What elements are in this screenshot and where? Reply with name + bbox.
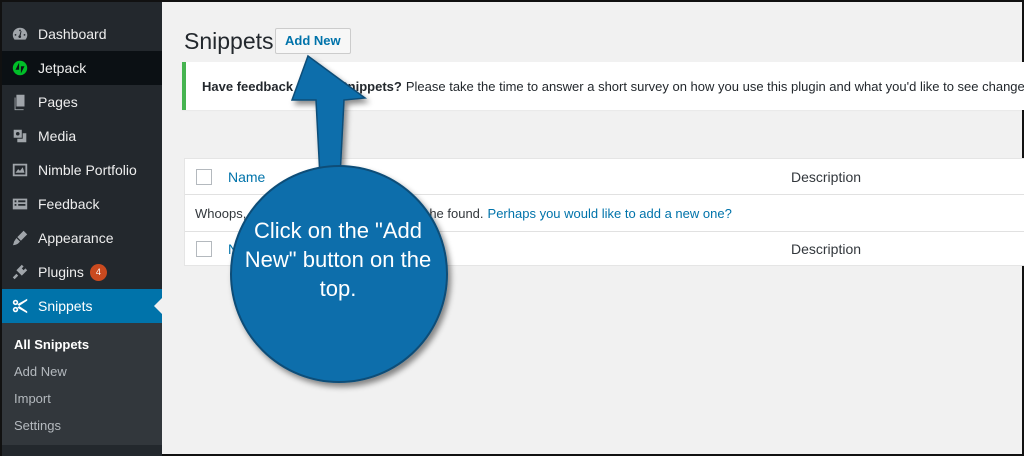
notice-bold-plugin: Snippets? [339, 78, 402, 94]
add-new-one-link[interactable]: Perhaps you would like to add a new one? [488, 206, 732, 221]
submenu-import[interactable]: Import [2, 385, 162, 412]
empty-text-tail: he found. [429, 205, 484, 221]
sidebar-item-label: Plugins [38, 264, 84, 280]
table-footer-row: N Description [185, 231, 1024, 265]
sidebar-item-snippets[interactable]: Snippets [2, 289, 162, 323]
dashboard-icon [10, 24, 30, 44]
jetpack-icon [10, 58, 30, 78]
page-title: Snippets [184, 28, 274, 54]
sidebar-item-label: Nimble Portfolio [38, 162, 137, 178]
sidebar-item-label: Jetpack [38, 60, 87, 76]
admin-sidebar: Dashboard Jetpack Pages Media Nimble Por… [2, 2, 162, 456]
submenu-add-new[interactable]: Add New [2, 358, 162, 385]
sidebar-item-pages[interactable]: Pages [2, 85, 162, 119]
column-name-footer[interactable]: N [228, 241, 238, 257]
sidebar-item-media[interactable]: Media [2, 119, 162, 153]
snippets-submenu: All Snippets Add New Import Settings [2, 323, 162, 445]
submenu-all-snippets[interactable]: All Snippets [2, 331, 162, 358]
sidebar-item-label: Pages [38, 94, 78, 110]
column-description-header: Description [791, 168, 862, 185]
snippets-table: Name Description Whoops, he found. Perha… [184, 158, 1024, 266]
sidebar-item-label: Media [38, 128, 77, 144]
notice-bold-lead: Have feedback [202, 78, 294, 94]
feedback-notice: Have feedback Snippets? Please take the … [182, 62, 1024, 110]
add-new-button[interactable]: Add New [275, 28, 351, 54]
main-content: Snippets Add New Have feedback Snippets?… [162, 2, 1024, 456]
notice-text: Please take the time to answer a short s… [405, 78, 1024, 94]
sidebar-item-appearance[interactable]: Appearance [2, 221, 162, 255]
appearance-icon [10, 228, 30, 248]
snippets-icon [10, 296, 30, 316]
column-description-footer: Description [791, 240, 862, 257]
sidebar-item-label: Dashboard [38, 26, 107, 42]
sidebar-item-jetpack[interactable]: Jetpack [2, 51, 162, 85]
empty-state-row: Whoops, he found. Perhaps you would like… [185, 195, 1024, 231]
submenu-settings[interactable]: Settings [2, 412, 162, 439]
sidebar-item-label: Snippets [38, 298, 93, 314]
sidebar-item-dashboard[interactable]: Dashboard [2, 17, 162, 51]
sidebar-item-label: Feedback [38, 196, 100, 212]
sidebar-top-spacer [2, 2, 162, 17]
sidebar-item-label: Appearance [38, 230, 114, 246]
sidebar-item-plugins[interactable]: Plugins 4 [2, 255, 162, 289]
table-header-row: Name Description [185, 159, 1024, 195]
pages-icon [10, 92, 30, 112]
select-all-checkbox[interactable] [196, 168, 212, 185]
plugins-update-badge: 4 [89, 263, 107, 281]
column-name-header[interactable]: Name [228, 169, 265, 185]
feedback-icon [10, 194, 30, 214]
media-icon [10, 126, 30, 146]
sidebar-item-feedback[interactable]: Feedback [2, 187, 162, 221]
sidebar-item-nimble-portfolio[interactable]: Nimble Portfolio [2, 153, 162, 187]
portfolio-icon [10, 160, 30, 180]
select-all-checkbox-footer[interactable] [196, 240, 212, 257]
empty-text-lead: Whoops, [195, 205, 247, 221]
plugins-icon [10, 262, 30, 282]
